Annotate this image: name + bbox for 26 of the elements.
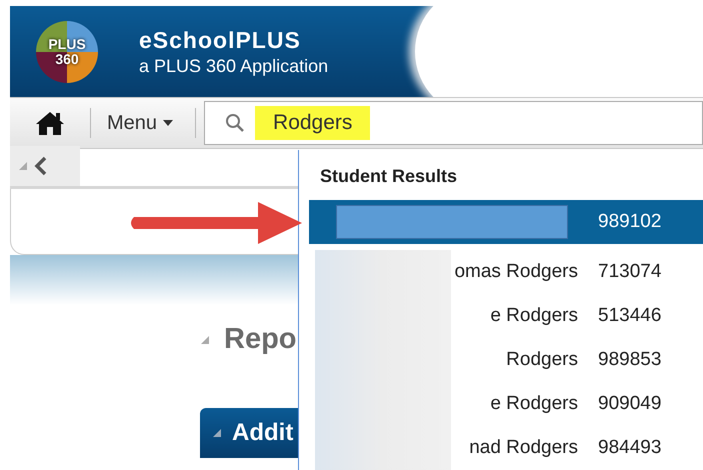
home-icon (35, 110, 65, 136)
student-id: 713074 (598, 260, 662, 284)
student-id: 989853 (598, 348, 662, 372)
caret-icon (163, 120, 174, 126)
section-button[interactable]: Addit (200, 408, 298, 458)
search-field[interactable]: Rodgers (204, 101, 703, 145)
chevron-left-icon[interactable] (34, 156, 48, 176)
student-name: nad Rodgers (469, 436, 578, 460)
search-value: Rodgers (255, 106, 370, 140)
app-title: eSchoolPLUS (139, 26, 302, 54)
result-row[interactable]: 989102 (309, 200, 703, 244)
student-id: 984493 (598, 436, 662, 460)
app-subtitle: a PLUS 360 Application (139, 54, 328, 78)
section-title: Repo (224, 322, 296, 358)
student-id: 909049 (598, 392, 662, 416)
student-name: e Rodgers (490, 392, 578, 416)
student-id: 989102 (598, 210, 662, 234)
results-title: Student Results (320, 165, 458, 188)
student-id: 513446 (598, 304, 662, 328)
collapse-icon (212, 428, 222, 438)
logo-text: 360 (55, 52, 79, 66)
student-name: Rodgers (506, 348, 578, 372)
menu-button[interactable]: Menu (107, 108, 174, 138)
student-name: omas Rodgers (454, 260, 578, 284)
search-icon (225, 113, 246, 133)
student-name: e Rodgers (490, 304, 578, 328)
